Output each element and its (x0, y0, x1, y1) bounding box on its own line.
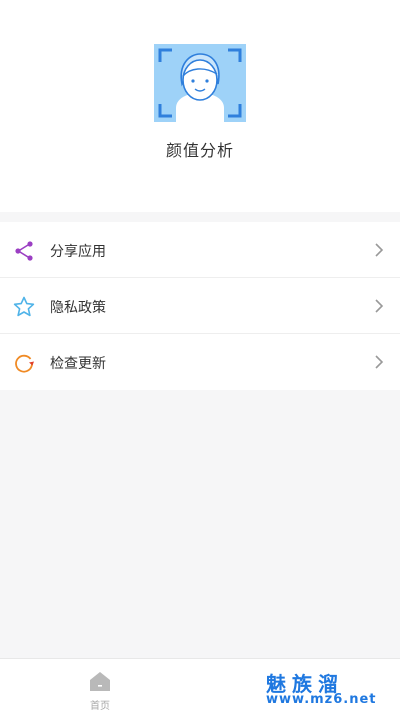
menu-item-share[interactable]: 分享应用 (0, 222, 400, 278)
chevron-right-icon (375, 243, 384, 257)
app-name: 颜值分析 (165, 141, 234, 160)
tab-home-label: 首页 (90, 701, 110, 710)
settings-menu: 分享应用 隐私政策 检查更新 (0, 222, 400, 390)
chevron-right-icon (375, 355, 384, 369)
face-scan-logo (154, 44, 246, 122)
menu-item-label: 分享应用 (50, 244, 106, 260)
menu-item-label: 检查更新 (50, 356, 106, 372)
share-icon (15, 241, 33, 261)
home-icon (90, 672, 110, 691)
menu-item-update[interactable]: 检查更新 (0, 334, 400, 390)
app-header: 颜值分析 (0, 0, 400, 212)
star-icon (13, 296, 35, 317)
refresh-icon (15, 354, 34, 373)
menu-item-label: 隐私政策 (50, 300, 106, 316)
watermark-url: www.mz6.net (266, 692, 377, 707)
site-watermark: 魅族溜 www.mz6.net (266, 668, 398, 708)
chevron-right-icon (375, 299, 384, 313)
tab-home[interactable]: 首页 (78, 667, 122, 710)
menu-item-privacy[interactable]: 隐私政策 (0, 278, 400, 334)
